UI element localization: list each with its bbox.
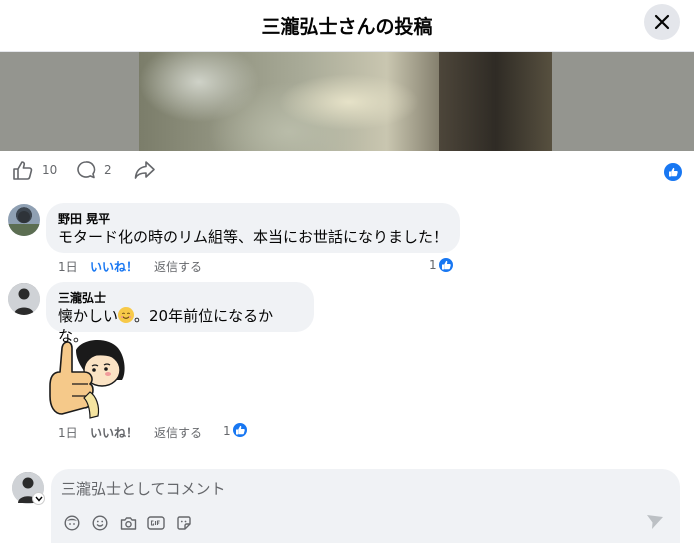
post-dialog-header: 三瀧弘士さんの投稿 — [0, 0, 694, 52]
gif-button[interactable] — [147, 514, 165, 532]
dialog-title: 三瀧弘士さんの投稿 — [261, 16, 433, 38]
comment-bubble: 野田 晃平 モタード化の時のリム組等、本当にお世話になりました！ — [46, 203, 460, 253]
comment-like-button[interactable]: いいね！ — [90, 424, 138, 441]
photo-tree-trunk — [439, 52, 552, 151]
avatar-sticker-icon — [64, 515, 80, 531]
comment-time[interactable]: 1日 — [58, 424, 78, 441]
reaction-summary-badge[interactable] — [664, 163, 682, 181]
comment-reply-button[interactable]: 返信する — [154, 258, 202, 275]
comment-reaction-count: 1 — [429, 258, 437, 272]
sticker-icon — [177, 516, 191, 530]
like-count: 10 — [42, 163, 58, 177]
comment-bubble: 三瀧弘士 懐かしい 。20年前位になるかな。 — [46, 282, 314, 345]
close-button[interactable] — [644, 4, 680, 40]
post-photo[interactable] — [139, 52, 552, 151]
comment-input[interactable] — [61, 478, 621, 500]
profile-switch-button[interactable] — [32, 492, 45, 505]
reaction-bar: 10 2 — [0, 152, 694, 192]
avatar-sticker-button[interactable] — [63, 514, 81, 532]
chevron-down-icon — [34, 496, 43, 502]
comment-composer — [51, 469, 680, 543]
thumbs-up-icon — [669, 167, 678, 177]
thumbs-up-icon — [236, 425, 245, 435]
emoji-button[interactable] — [91, 514, 109, 532]
comment-meta: 1日 いいね！ 返信する — [58, 258, 458, 274]
avatar[interactable] — [8, 283, 40, 315]
comment-action[interactable]: 2 — [76, 160, 112, 180]
comment-author[interactable]: 野田 晃平 — [58, 211, 448, 227]
comment-reply-button[interactable]: 返信する — [154, 424, 202, 441]
send-button[interactable] — [646, 514, 666, 532]
comment-author[interactable]: 三瀧弘士 — [58, 290, 302, 306]
comment-icon — [77, 161, 96, 179]
like-action[interactable]: 10 — [12, 160, 57, 180]
share-icon — [134, 161, 155, 179]
post-photo-area — [0, 52, 694, 151]
avatar-icon — [8, 283, 40, 315]
thumbs-up-icon — [442, 260, 451, 270]
send-icon — [647, 515, 663, 529]
gif-icon — [147, 516, 165, 530]
sticker-button[interactable] — [175, 514, 193, 532]
comment-meta: 1日 いいね！ 返信する — [58, 424, 458, 440]
smiling-face-emoji-icon — [118, 307, 135, 323]
comment-like-button[interactable]: いいね！ — [90, 258, 138, 275]
comment-text: モタード化の時のリム組等、本当にお世話になりました！ — [58, 228, 449, 246]
comment-reaction-badge[interactable] — [231, 421, 249, 439]
like-icon — [13, 161, 33, 180]
share-action[interactable] — [134, 160, 156, 180]
comment-reaction-badge[interactable] — [437, 256, 455, 274]
close-icon — [654, 14, 670, 30]
photo-button[interactable] — [119, 514, 137, 532]
comment-time[interactable]: 1日 — [58, 258, 78, 275]
thumbs-up-sticker[interactable] — [46, 336, 128, 420]
avatar[interactable] — [8, 204, 40, 236]
comment-reaction-count: 1 — [223, 424, 231, 438]
emoji-icon — [92, 515, 108, 531]
comment-count: 2 — [104, 163, 112, 177]
sticker-icon — [49, 339, 125, 419]
comment-text-part: 懐かしい — [58, 307, 119, 325]
camera-icon — [120, 516, 136, 530]
avatar-icon — [8, 211, 40, 236]
